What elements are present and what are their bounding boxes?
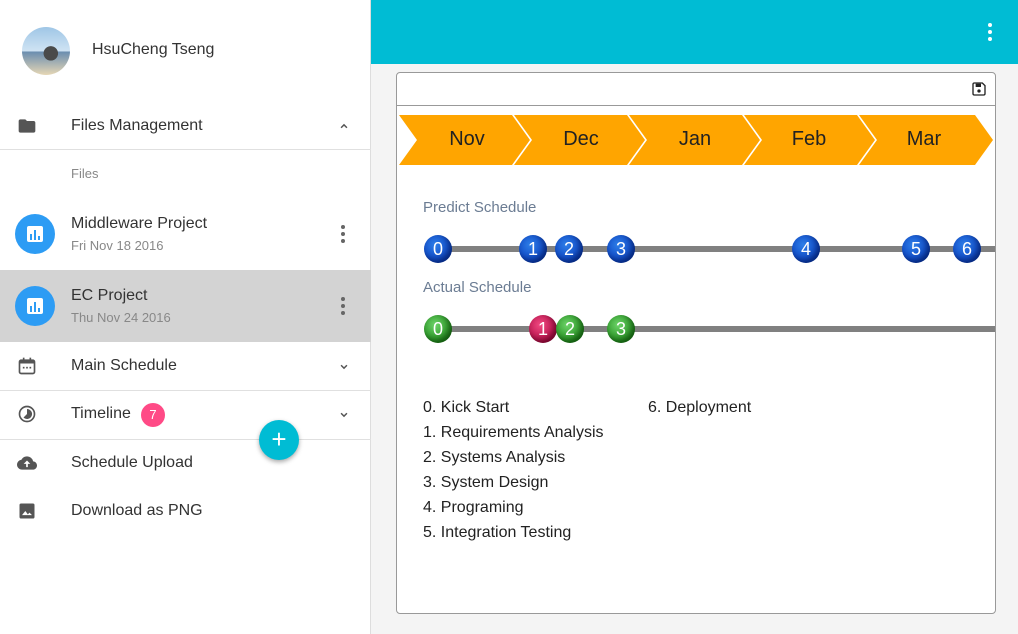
legend-item: 6. Deployment xyxy=(648,399,752,416)
project-date: Thu Nov 24 2016 xyxy=(71,310,171,325)
cloud-upload-icon xyxy=(17,456,37,470)
month-label: Mar xyxy=(906,128,942,150)
predict-milestone[interactable]: 2 xyxy=(555,235,583,263)
profile-name: HsuCheng Tseng xyxy=(92,41,215,58)
download-png-item[interactable]: Download as PNG xyxy=(0,491,371,531)
actual-milestone[interactable]: 0 xyxy=(424,315,452,343)
legend-item: 5. Integration Testing xyxy=(423,524,572,541)
chart-badge-icon xyxy=(15,286,55,326)
timeline-header[interactable]: Timeline xyxy=(0,394,371,434)
actual-milestone[interactable]: 3 xyxy=(607,315,635,343)
sidebar-item-files[interactable]: Files xyxy=(71,166,98,181)
files-management-label: Files Management xyxy=(71,117,203,134)
month-label: Feb xyxy=(791,128,827,150)
divider xyxy=(0,439,371,440)
chevron-down-icon[interactable] xyxy=(337,360,351,374)
sidebar: HsuCheng Tseng Files Management Files Mi… xyxy=(0,0,371,634)
folder-icon xyxy=(18,119,36,133)
legend-item: 0. Kick Start xyxy=(423,399,510,416)
main-schedule-header[interactable]: Main Schedule xyxy=(0,346,371,386)
profile-header: HsuCheng Tseng xyxy=(0,0,371,100)
project-item-middleware[interactable]: Middleware Project Fri Nov 18 2016 xyxy=(0,198,371,270)
legend-item: 2. Systems Analysis xyxy=(423,449,566,466)
files-management-header[interactable]: Files Management xyxy=(0,108,371,148)
timeline-count-badge: 7 xyxy=(141,403,165,427)
divider xyxy=(0,390,371,391)
image-icon xyxy=(19,503,35,519)
actual-track xyxy=(427,326,995,332)
download-png-label: Download as PNG xyxy=(71,502,203,519)
divider xyxy=(0,149,371,150)
more-vert-icon[interactable] xyxy=(337,295,349,317)
app-toolbar xyxy=(371,0,1018,64)
card-toolbar xyxy=(397,73,995,106)
timeline-card: Nov Dec Jan Feb Mar Predict Schedule 0 1… xyxy=(396,72,996,614)
chevron-down-icon[interactable] xyxy=(337,408,351,422)
project-item-ec[interactable]: EC Project Thu Nov 24 2016 xyxy=(0,270,371,342)
chevron-up-icon[interactable] xyxy=(337,119,351,133)
actual-schedule-label: Actual Schedule xyxy=(423,279,532,296)
predict-milestone[interactable]: 1 xyxy=(519,235,547,263)
legend-item: 3. System Design xyxy=(423,474,549,491)
schedule-upload-label: Schedule Upload xyxy=(71,454,193,471)
actual-milestone[interactable]: 2 xyxy=(556,315,584,343)
predict-milestone[interactable]: 6 xyxy=(953,235,981,263)
more-vert-icon[interactable] xyxy=(986,22,994,42)
calendar-icon xyxy=(18,357,36,375)
predict-milestone[interactable]: 3 xyxy=(607,235,635,263)
timeline-label: Timeline xyxy=(71,405,131,422)
predict-milestone[interactable]: 0 xyxy=(424,235,452,263)
predict-milestone[interactable]: 5 xyxy=(902,235,930,263)
project-title: Middleware Project xyxy=(71,215,208,232)
add-button[interactable]: + xyxy=(259,420,299,460)
save-icon[interactable] xyxy=(971,81,987,97)
project-title: EC Project xyxy=(71,287,148,304)
timelapse-icon xyxy=(18,405,36,423)
avatar[interactable] xyxy=(22,27,70,75)
predict-milestone[interactable]: 4 xyxy=(792,235,820,263)
predict-schedule-label: Predict Schedule xyxy=(423,199,537,216)
month-label: Dec xyxy=(563,128,599,150)
project-date: Fri Nov 18 2016 xyxy=(71,238,164,253)
schedule-upload-item[interactable]: Schedule Upload xyxy=(0,443,371,483)
actual-milestone[interactable]: 1 xyxy=(529,315,557,343)
legend-item: 1. Requirements Analysis xyxy=(423,424,604,441)
month-label: Jan xyxy=(678,128,712,150)
chart-badge-icon xyxy=(15,214,55,254)
legend-item: 4. Programing xyxy=(423,499,524,516)
more-vert-icon[interactable] xyxy=(337,223,349,245)
main-schedule-label: Main Schedule xyxy=(71,357,177,374)
month-label: Nov xyxy=(449,128,485,150)
